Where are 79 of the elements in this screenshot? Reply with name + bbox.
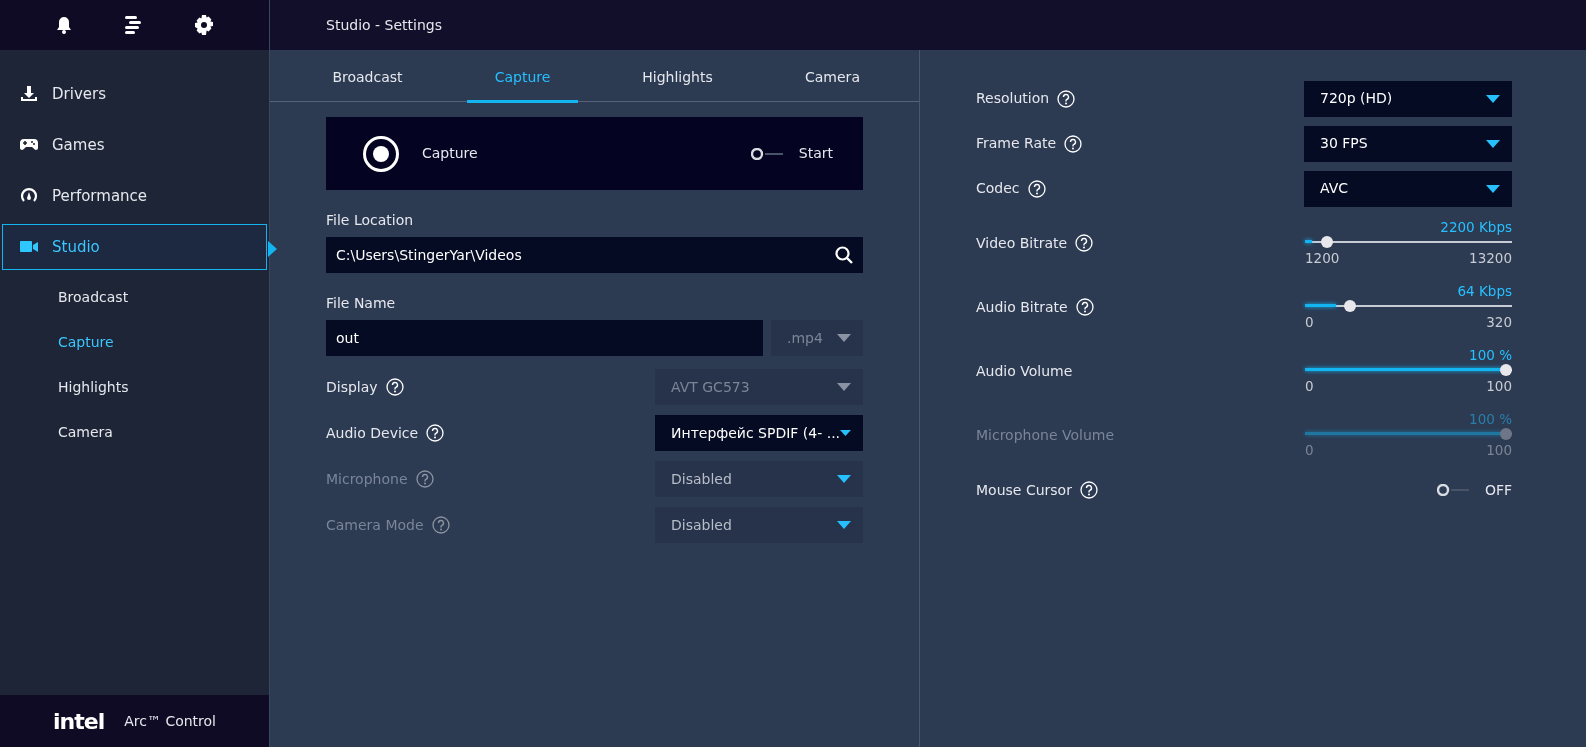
settings-icon[interactable] [193, 15, 214, 35]
caret-icon [1486, 139, 1500, 148]
page-title: Studio - Settings [326, 15, 442, 35]
slider-max-label: 13200 [1469, 249, 1512, 267]
slider-track[interactable] [1305, 363, 1512, 377]
slider-thumb[interactable] [1321, 236, 1334, 248]
notification-bell-icon[interactable] [55, 16, 72, 34]
help-icon[interactable] [1079, 481, 1098, 499]
setting-label: Audio Bitrate [976, 297, 1068, 317]
slider-min-label: 0 [1305, 441, 1314, 459]
sidebar-subitem[interactable]: Capture [0, 320, 269, 365]
slider-value: 100 % [1468, 347, 1512, 363]
help-icon[interactable] [1075, 298, 1094, 316]
toggle-switch[interactable] [750, 147, 783, 160]
caret-icon [837, 383, 851, 391]
slider-min-label: 1200 [1305, 249, 1340, 267]
caret-icon [1486, 94, 1500, 103]
sidebar-item[interactable]: Games [2, 122, 267, 168]
setting-dropdown[interactable]: AVC [1304, 170, 1512, 207]
sidebar-item[interactable]: Performance [2, 173, 267, 219]
field-label: File Name [326, 294, 397, 313]
setting-label: Video Bitrate [976, 233, 1068, 253]
setting-label: Audio Device [326, 423, 419, 443]
toggle-switch[interactable] [1436, 484, 1469, 496]
setting-label: Frame Rate [976, 134, 1057, 153]
slider-thumb[interactable] [1500, 364, 1512, 376]
tab[interactable]: Broadcast [290, 50, 445, 101]
setting-label: Microphone Volume [976, 425, 1114, 445]
menu-icon[interactable] [122, 15, 143, 35]
record-icon[interactable] [362, 134, 400, 173]
help-icon[interactable] [1075, 234, 1094, 252]
sidebar-item[interactable]: Drivers [2, 71, 267, 117]
setting-label: Codec [976, 179, 1020, 198]
slider-min-label: 0 [1305, 313, 1314, 331]
caret-icon [837, 334, 851, 342]
help-icon[interactable] [1057, 89, 1076, 108]
setting-label: Resolution [976, 89, 1050, 108]
download-icon [20, 85, 38, 103]
sidebar-subitem[interactable]: Highlights [0, 365, 269, 410]
slider-track[interactable] [1305, 299, 1512, 313]
file-location-field[interactable]: C:\Users\StingerYar\Videos [326, 237, 863, 273]
toggle-label: Start [798, 144, 833, 163]
slider-track[interactable] [1305, 235, 1512, 249]
capture-label: Capture [422, 144, 479, 163]
toggle-label: OFF [1484, 480, 1512, 500]
slider-max-label: 320 [1486, 313, 1512, 331]
setting-dropdown[interactable]: 720p (HD) [1304, 80, 1512, 117]
caret-icon [1486, 184, 1500, 193]
tab[interactable]: Camera [755, 50, 910, 101]
field-label: File Location [326, 211, 415, 230]
intel-logo: intel [53, 707, 105, 736]
setting-label: Display [326, 377, 378, 397]
setting-dropdown[interactable]: Интерфейс SPDIF (4- ... [655, 415, 863, 451]
slider-value: 2200 Kbps [1439, 219, 1512, 235]
tab[interactable]: Capture [445, 50, 600, 101]
setting-label: Mouse Cursor [976, 480, 1072, 500]
slider-thumb[interactable] [1344, 300, 1356, 312]
file-name-field[interactable]: out [326, 320, 763, 356]
caret-icon [837, 475, 851, 483]
setting-label: Microphone [326, 469, 408, 489]
help-icon[interactable] [426, 424, 445, 442]
setting-label: Audio Volume [976, 361, 1073, 381]
help-icon[interactable] [1064, 134, 1083, 153]
help-icon[interactable] [385, 378, 404, 396]
help-icon[interactable] [1027, 179, 1046, 198]
slider-value: 64 Kbps [1456, 283, 1512, 299]
product-name: Arc™ Control [124, 711, 216, 731]
search-icon[interactable] [835, 246, 853, 264]
tab[interactable]: Highlights [600, 50, 755, 101]
caret-icon [837, 521, 851, 529]
sidebar-subitem[interactable]: Broadcast [0, 275, 269, 320]
slider-min-label: 0 [1305, 377, 1314, 395]
setting-label: Camera Mode [326, 515, 424, 535]
slider-max-label: 100 [1486, 441, 1512, 459]
setting-dropdown[interactable]: 30 FPS [1304, 125, 1512, 162]
slider-max-label: 100 [1486, 377, 1512, 395]
slider-value: 100 % [1468, 411, 1512, 427]
caret-icon [840, 429, 851, 437]
sidebar-subitem[interactable]: Camera [0, 410, 269, 455]
